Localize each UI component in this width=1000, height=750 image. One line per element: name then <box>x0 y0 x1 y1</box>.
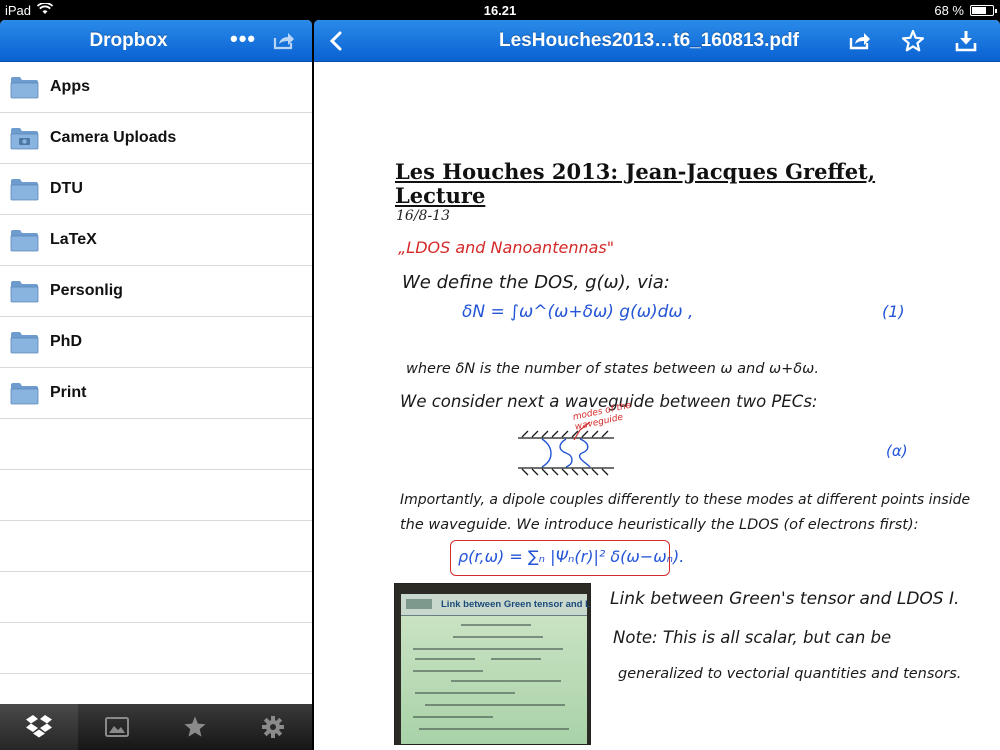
folder-icon <box>10 229 39 251</box>
photos-icon <box>105 717 129 737</box>
sidebar-title: Dropbox <box>89 30 168 51</box>
slide-image: Link between Green tensor and LDOS <box>401 594 590 744</box>
equation-number: (α) <box>886 442 908 460</box>
slide-header: Link between Green tensor and LDOS <box>401 594 590 616</box>
equation-1: δN = ∫ω^(ω+δω) g(ω)dω , <box>462 302 694 322</box>
notes-line: We define the DOS, g(ω), via: <box>402 272 670 293</box>
download-button[interactable] <box>955 29 977 58</box>
back-button[interactable] <box>328 29 344 58</box>
folder-icon <box>10 331 39 353</box>
folder-list: Apps Camera Uploads DTU LaTeX Personlig … <box>0 62 312 674</box>
folder-label: Camera Uploads <box>50 129 177 146</box>
sidebar-nav-bar: Dropbox ••• <box>0 20 312 62</box>
folder-row-latex[interactable]: LaTeX <box>0 215 312 266</box>
notes-line: Importantly, a dipole couples differentl… <box>400 492 971 508</box>
folder-row-camera-uploads[interactable]: Camera Uploads <box>0 113 312 164</box>
battery-icon <box>970 5 997 16</box>
gear-icon <box>262 716 284 738</box>
folder-row-dtu[interactable]: DTU <box>0 164 312 215</box>
folder-label: DTU <box>50 180 83 197</box>
folder-row-personlig[interactable]: Personlig <box>0 266 312 317</box>
document-title: LesHouches2013…t6_160813.pdf <box>499 30 799 51</box>
folder-label: Print <box>50 384 87 401</box>
slide-title: Link between Green tensor and LDOS <box>441 599 591 610</box>
document-date: 16/8-13 <box>396 208 450 224</box>
folder-label: Personlig <box>50 282 123 299</box>
folder-label: Apps <box>50 78 90 95</box>
tab-settings[interactable] <box>234 704 312 750</box>
folder-row-print[interactable]: Print <box>0 368 312 419</box>
equation-number: (1) <box>882 302 905 321</box>
notes-line: Link between Green's tensor and LDOS I. <box>610 589 960 609</box>
notes-subtitle: „LDOS and Nanoantennas" <box>398 238 615 257</box>
camera-folder-icon <box>10 127 39 149</box>
folder-row-phd[interactable]: PhD <box>0 317 312 368</box>
empty-row <box>0 470 312 521</box>
empty-row <box>0 419 312 470</box>
favorite-button[interactable] <box>901 29 925 58</box>
folder-icon <box>10 76 39 98</box>
share-icon[interactable] <box>272 30 296 55</box>
notes-line: where δN is the number of states between… <box>406 361 819 377</box>
folder-icon <box>10 280 39 302</box>
dropbox-sidebar: Dropbox ••• Apps Camera Uploads DTU LaTe… <box>0 20 312 750</box>
notes-line: the waveguide. We introduce heuristicall… <box>400 517 919 533</box>
notes-line: Note: This is all scalar, but can be <box>613 628 892 647</box>
document-heading: Les Houches 2013: Jean-Jacques Greffet, … <box>395 159 876 208</box>
status-time: 16.21 <box>483 3 517 18</box>
folder-row-apps[interactable]: Apps <box>0 62 312 113</box>
folder-icon <box>10 178 39 200</box>
empty-row <box>0 521 312 572</box>
tab-dropbox[interactable] <box>0 704 78 750</box>
tab-favorites[interactable] <box>156 704 234 750</box>
share-icon <box>849 33 870 50</box>
download-icon <box>955 31 977 52</box>
battery-label: 68 % <box>934 3 964 18</box>
dropbox-icon <box>26 715 52 738</box>
empty-row <box>0 623 312 674</box>
star-icon <box>184 716 206 737</box>
viewer-nav-bar: LesHouches2013…t6_160813.pdf <box>314 20 1000 62</box>
folder-label: LaTeX <box>50 231 97 248</box>
more-button[interactable]: ••• <box>230 26 256 52</box>
folder-icon <box>10 382 39 404</box>
empty-row <box>0 572 312 623</box>
back-icon <box>329 31 342 51</box>
tab-bar <box>0 704 312 750</box>
equation-2: ρ(r,ω) = ∑ₙ |Ψₙ(r)|² δ(ω−ωₙ). <box>458 547 685 566</box>
tab-photos[interactable] <box>78 704 156 750</box>
notes-line: generalized to vectorial quantities and … <box>618 666 962 682</box>
star-icon <box>901 29 925 52</box>
pdf-page: Les Houches 2013: Jean-Jacques Greffet, … <box>314 62 1000 750</box>
share-button[interactable] <box>848 29 872 56</box>
lecture-slide-photo: Link between Green tensor and LDOS <box>394 583 591 745</box>
status-bar: iPad 16.21 68 % <box>0 0 1000 20</box>
folder-label: PhD <box>50 333 82 350</box>
pdf-viewer: LesHouches2013…t6_160813.pdf Les Houches… <box>314 20 1000 750</box>
